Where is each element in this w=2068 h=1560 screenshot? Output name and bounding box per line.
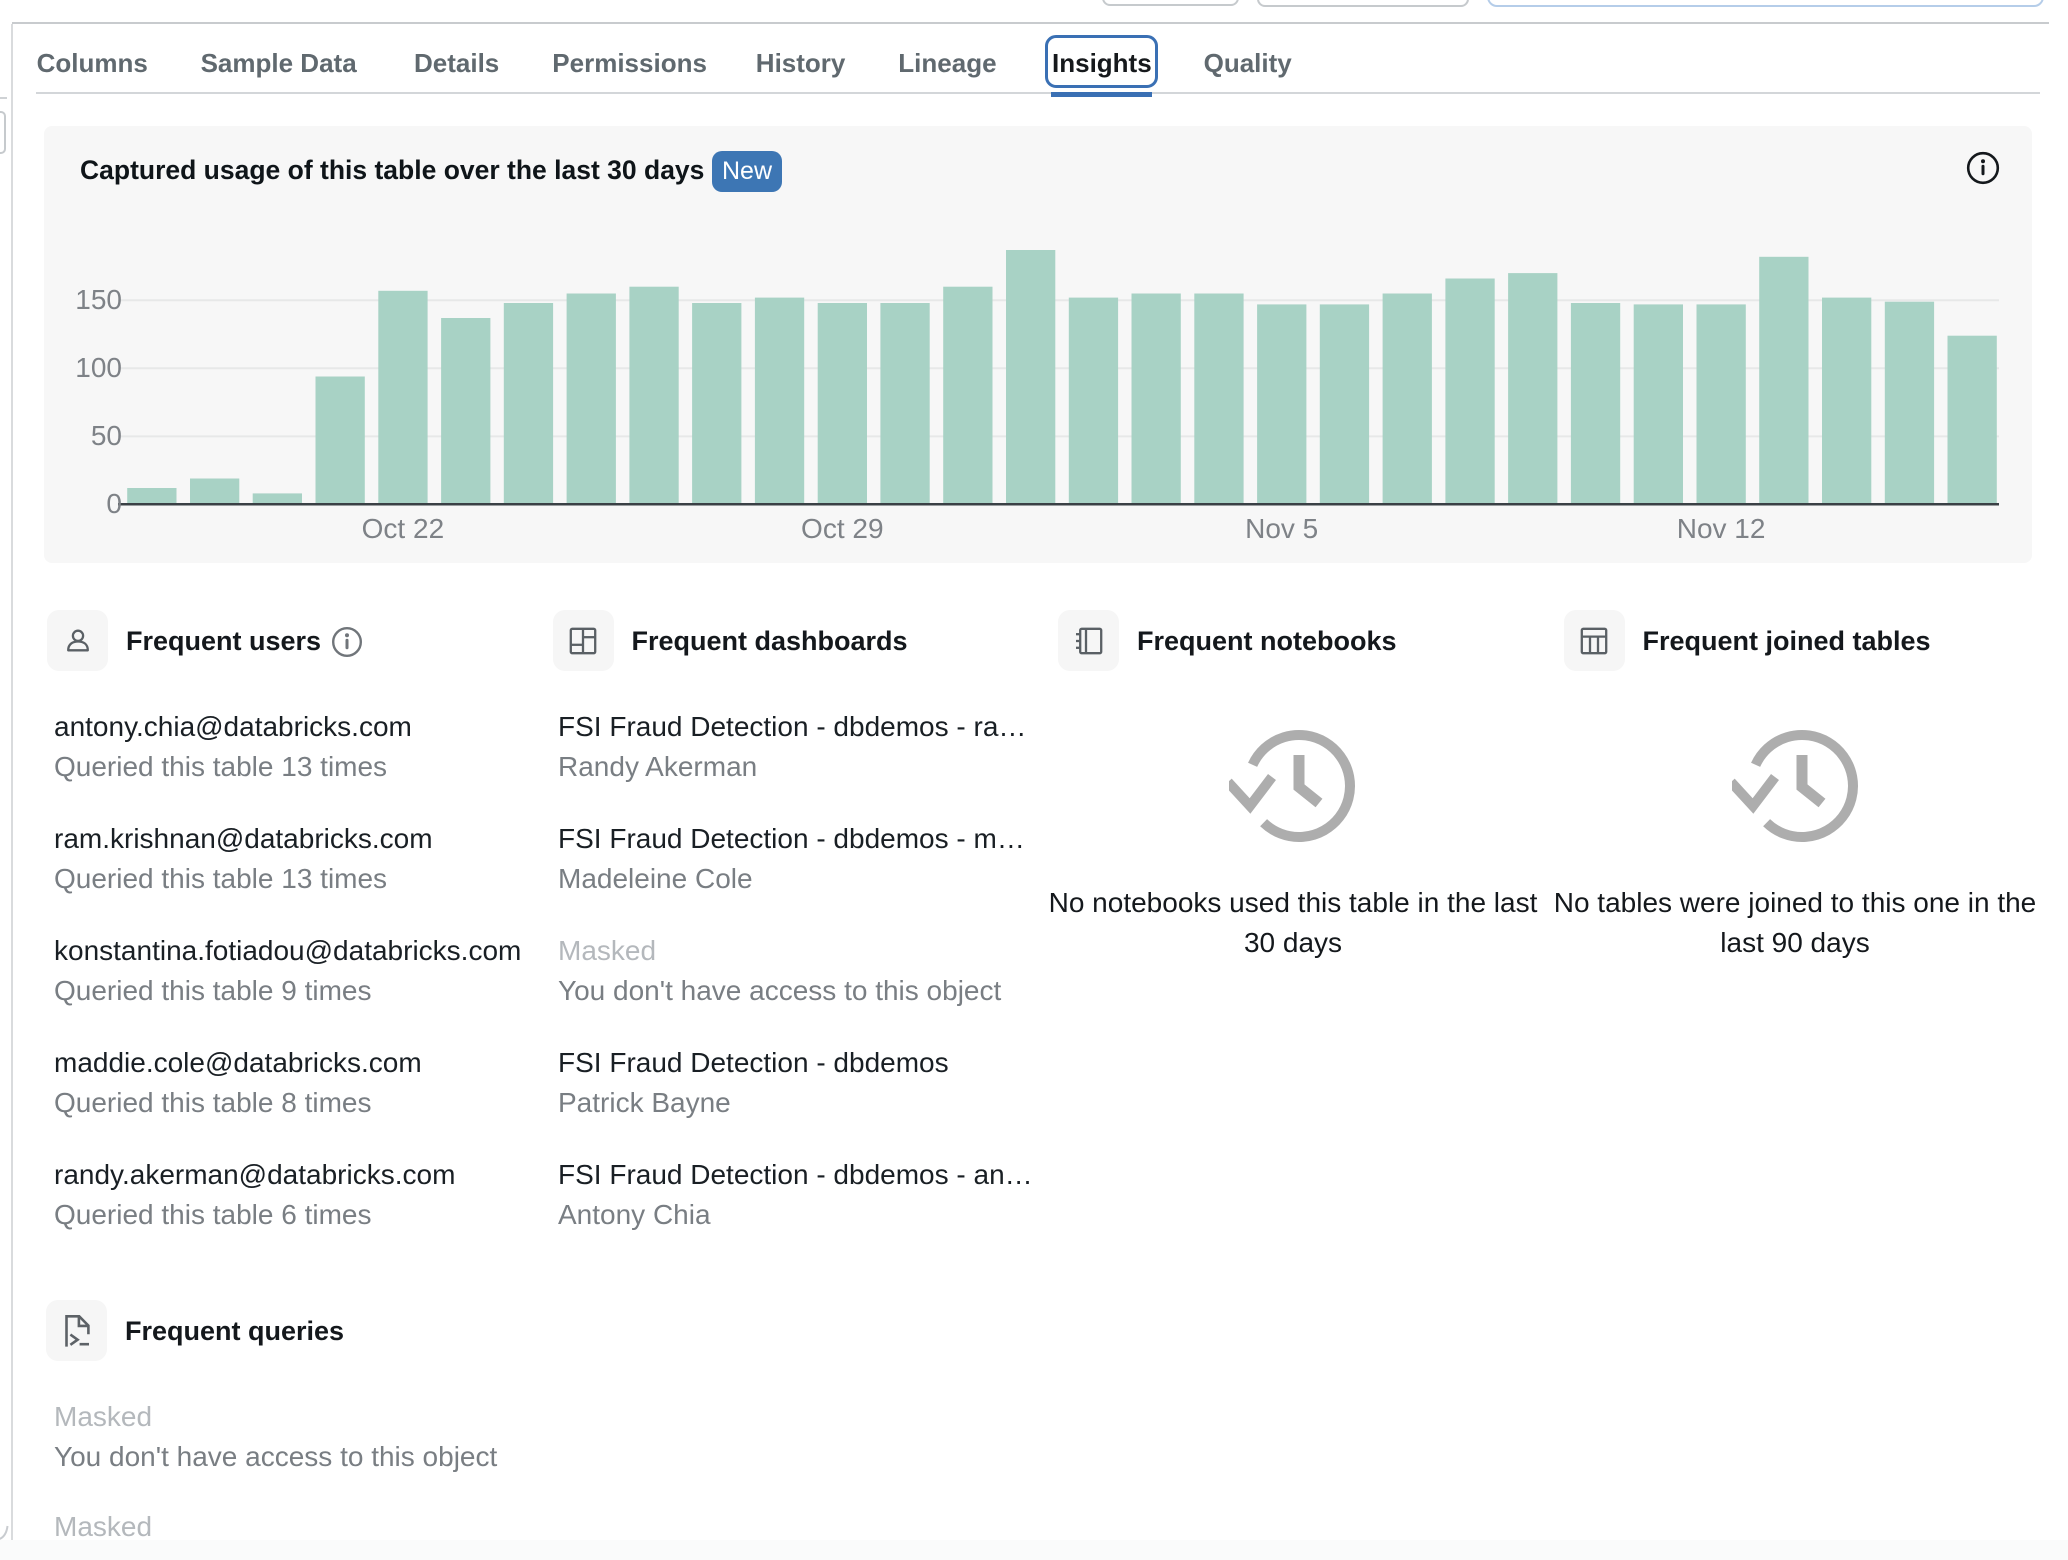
svg-text:Nov 5: Nov 5 <box>1245 513 1318 544</box>
svg-text:150: 150 <box>75 284 122 315</box>
svg-text:100: 100 <box>75 352 122 383</box>
svg-text:Oct 22: Oct 22 <box>362 513 444 544</box>
svg-text:Nov 12: Nov 12 <box>1677 513 1766 544</box>
svg-text:50: 50 <box>91 420 122 451</box>
svg-text:Oct 29: Oct 29 <box>801 513 883 544</box>
svg-text:0: 0 <box>106 488 122 519</box>
